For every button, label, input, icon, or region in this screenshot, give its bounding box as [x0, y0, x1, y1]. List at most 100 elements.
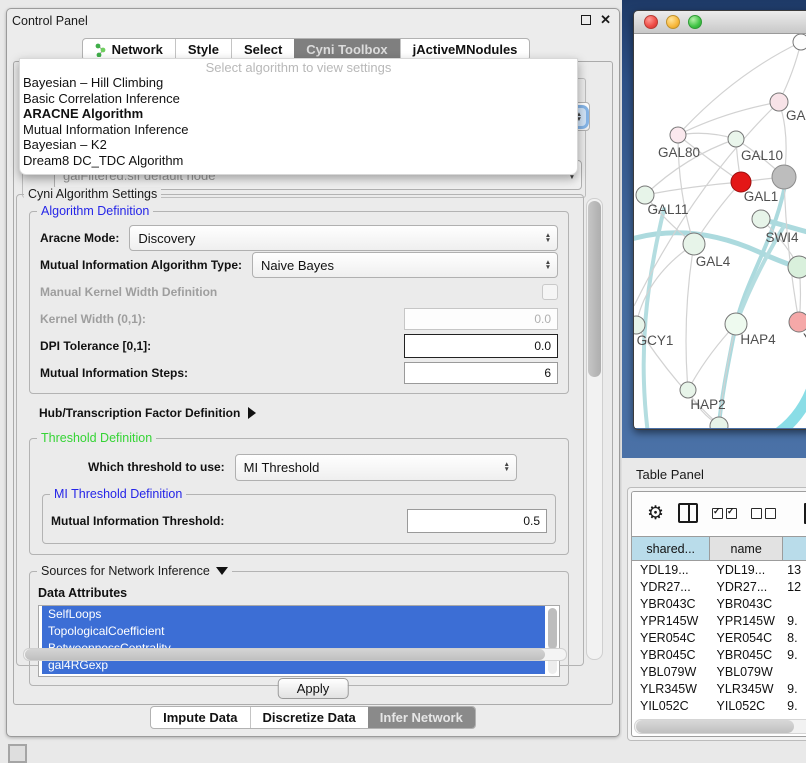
- bottom-tab-impute-data[interactable]: Impute Data: [151, 707, 249, 728]
- network-node-swi4[interactable]: [752, 210, 770, 228]
- settings-horizontal-scrollbar[interactable]: [23, 648, 567, 661]
- network-node[interactable]: [793, 34, 806, 50]
- mi-threshold-field[interactable]: 0.5: [407, 509, 547, 533]
- network-edge[interactable]: [686, 244, 694, 390]
- network-node-gal10[interactable]: [728, 131, 744, 147]
- combobox-arrows-icon[interactable]: ▲▼: [539, 253, 557, 277]
- collapsed-panel-icon[interactable]: [8, 744, 27, 763]
- table-row[interactable]: YDL19...YDL19...13: [632, 561, 806, 578]
- network-node-gal80[interactable]: [670, 127, 686, 143]
- disclosure-right-icon[interactable]: [248, 407, 256, 419]
- threshold-definition-group: Threshold Definition Which threshold to …: [29, 438, 569, 555]
- float-window-icon[interactable]: [581, 15, 591, 25]
- table-row[interactable]: YPR145WYPR145W9.: [632, 612, 806, 629]
- minimize-traffic-light-icon[interactable]: [666, 15, 680, 29]
- close-traffic-light-icon[interactable]: [644, 15, 658, 29]
- network-graph[interactable]: GALGAL80GAL10GAL1GAL11SWI4GAL4GCY1HAP4YH…: [634, 34, 806, 428]
- select-none-icon[interactable]: [751, 508, 776, 519]
- tab-jactivemnodules[interactable]: jActiveMNodules: [400, 39, 530, 60]
- bottom-tab-infer-network[interactable]: Infer Network: [368, 707, 475, 728]
- table-cell: YPR145W: [711, 614, 784, 628]
- hub-definition-disclosure[interactable]: Hub/Transcription Factor Definition: [39, 406, 583, 420]
- network-node-y[interactable]: [789, 312, 806, 332]
- table-cell: 8.: [783, 631, 806, 645]
- algorithm-option-basic-correlation-inference[interactable]: Basic Correlation Inference: [20, 91, 577, 107]
- network-edge[interactable]: [678, 42, 801, 135]
- split-columns-icon[interactable]: [678, 503, 698, 523]
- table-cell: 9.: [783, 682, 806, 696]
- table-row[interactable]: YBR045CYBR045C9.: [632, 646, 806, 663]
- tab-label: Cyni Toolbox: [306, 42, 387, 57]
- tab-label: Style: [188, 42, 219, 57]
- table-cell: YBL079W: [711, 665, 784, 679]
- aracne-mode-combobox[interactable]: Discovery ▲▼: [129, 225, 558, 251]
- table-row[interactable]: YDR27...YDR27...12: [632, 578, 806, 595]
- table-row[interactable]: YLR345WYLR345W9.: [632, 680, 806, 697]
- table-horizontal-scrollbar[interactable]: [634, 719, 806, 734]
- tab-label: Discretize Data: [263, 710, 356, 725]
- column-header-shared-[interactable]: shared...: [632, 537, 710, 560]
- mi-steps-field[interactable]: 6: [404, 362, 558, 384]
- settings-gear-icon[interactable]: ⚙: [647, 504, 664, 523]
- data-attributes-list[interactable]: SelfLoopsTopologicalCoefficientBetweenne…: [38, 605, 560, 677]
- table-cell: 9.: [783, 699, 806, 713]
- control-panel-titlebar[interactable]: Control Panel ✕: [7, 9, 619, 33]
- network-node-gal4[interactable]: [683, 233, 705, 255]
- disclosure-down-icon[interactable]: [216, 567, 228, 575]
- algorithm-option-bayesian-hill-climbing[interactable]: Bayesian – Hill Climbing: [20, 75, 577, 91]
- manual-kernel-checkbox[interactable]: [542, 284, 558, 300]
- dpi-tolerance-field[interactable]: 0.0: [404, 334, 558, 358]
- table-row[interactable]: YBL079WYBL079W: [632, 663, 806, 680]
- combobox-arrows-icon[interactable]: ▲▼: [498, 455, 516, 480]
- aracne-mode-row: Aracne Mode: Discovery ▲▼: [40, 225, 558, 251]
- attribute-item-topologicalcoefficient[interactable]: TopologicalCoefficient: [42, 623, 545, 640]
- threshold-definition-title: Threshold Definition: [37, 431, 156, 445]
- network-canvas[interactable]: GALGAL80GAL10GAL1GAL11SWI4GAL4GCY1HAP4YH…: [634, 34, 806, 428]
- algorithm-option-dream8-dc-tdc-algorithm[interactable]: Dream8 DC_TDC Algorithm: [20, 153, 577, 169]
- zoom-traffic-light-icon[interactable]: [688, 15, 702, 29]
- tab-label: Network: [112, 42, 163, 57]
- column-header-name[interactable]: name: [710, 537, 783, 560]
- close-icon[interactable]: ✕: [600, 15, 611, 25]
- network-window-titlebar[interactable]: [634, 11, 806, 34]
- kernel-width-field[interactable]: 0.0: [404, 308, 558, 330]
- network-node[interactable]: [788, 256, 806, 278]
- algorithm-definition-title: Algorithm Definition: [37, 204, 153, 218]
- bottom-tab-discretize-data[interactable]: Discretize Data: [250, 707, 368, 728]
- select-all-icon[interactable]: [712, 508, 737, 519]
- which-threshold-combobox[interactable]: MI Threshold ▲▼: [235, 454, 517, 481]
- network-edge-thick[interactable]: [644, 209, 664, 428]
- tab-style[interactable]: Style: [175, 39, 231, 60]
- network-node-hap2[interactable]: [680, 382, 696, 398]
- network-edge[interactable]: [645, 182, 741, 195]
- table-row[interactable]: YER054CYER054C8.: [632, 629, 806, 646]
- algorithm-option-aracne-algorithm[interactable]: ARACNE Algorithm: [20, 106, 577, 122]
- network-tab-icon: [95, 43, 107, 57]
- network-edge[interactable]: [678, 133, 736, 139]
- combobox-arrows-icon[interactable]: ▲▼: [539, 226, 557, 250]
- attribute-item-selfloops[interactable]: SelfLoops: [42, 606, 545, 623]
- network-edge[interactable]: [784, 177, 799, 322]
- algorithm-option-bayesian-k2[interactable]: Bayesian – K2: [20, 137, 577, 153]
- mi-type-combobox[interactable]: Naive Bayes ▲▼: [252, 252, 558, 278]
- bottom-tab-bar: Impute Data Discretize Data Infer Network: [150, 706, 476, 729]
- tab-select[interactable]: Select: [231, 39, 294, 60]
- settings-vertical-scrollbar[interactable]: [586, 198, 603, 660]
- network-edge-thick[interactable]: [774, 380, 806, 428]
- node-label: SWI4: [765, 230, 798, 245]
- table-cell: 9.: [783, 648, 806, 662]
- table-row[interactable]: YIL052CYIL052C9.: [632, 697, 806, 713]
- table-cell: YBR045C: [711, 648, 784, 662]
- node-label: GCY1: [637, 333, 674, 348]
- apply-button[interactable]: Apply: [278, 678, 349, 699]
- mi-steps-label: Mutual Information Steps:: [40, 366, 188, 380]
- table-cell: YIL052C: [632, 699, 711, 713]
- tab-network[interactable]: Network: [83, 39, 175, 60]
- column-header-2[interactable]: [783, 537, 806, 560]
- kernel-width-label: Kernel Width (0,1):: [40, 312, 146, 326]
- table-row[interactable]: YBR043CYBR043C: [632, 595, 806, 612]
- attributes-scrollbar[interactable]: [548, 608, 557, 674]
- tab-cyni-toolbox[interactable]: Cyni Toolbox: [294, 39, 399, 60]
- network-node[interactable]: [772, 165, 796, 189]
- algorithm-option-mutual-information-inference[interactable]: Mutual Information Inference: [20, 122, 577, 138]
